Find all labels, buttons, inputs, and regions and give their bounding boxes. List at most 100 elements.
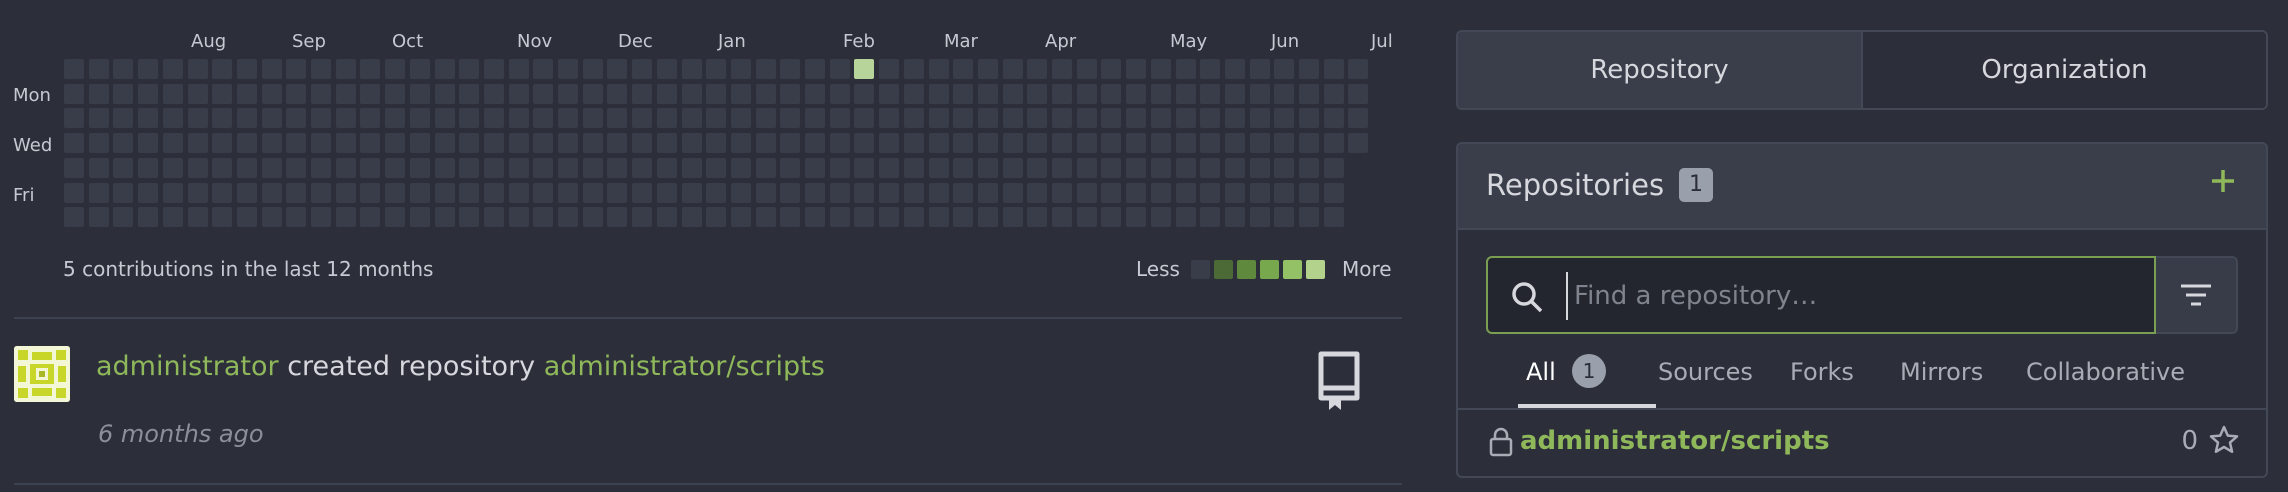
tab-sources[interactable]: Sources <box>1658 358 1753 386</box>
heatmap-cell[interactable] <box>360 183 380 203</box>
heatmap-cell[interactable] <box>435 133 455 153</box>
heatmap-cell[interactable] <box>459 158 479 178</box>
heatmap-cell[interactable] <box>64 183 84 203</box>
heatmap-cell[interactable] <box>756 59 776 79</box>
heatmap-cell[interactable] <box>410 108 430 128</box>
heatmap-cell[interactable] <box>509 108 529 128</box>
heatmap-cell[interactable] <box>435 84 455 104</box>
heatmap-cell[interactable] <box>1151 59 1171 79</box>
heatmap-cell[interactable] <box>1324 59 1344 79</box>
heatmap-cell[interactable] <box>1126 133 1146 153</box>
heatmap-cell[interactable] <box>435 183 455 203</box>
heatmap-cell[interactable] <box>1003 133 1023 153</box>
heatmap-cell[interactable] <box>583 158 603 178</box>
heatmap-cell[interactable] <box>1274 207 1294 227</box>
heatmap-cell[interactable] <box>854 207 874 227</box>
heatmap-cell[interactable] <box>533 84 553 104</box>
heatmap-cell[interactable] <box>163 84 183 104</box>
heatmap-cell[interactable] <box>188 183 208 203</box>
heatmap-cell[interactable] <box>311 183 331 203</box>
heatmap-cell[interactable] <box>904 207 924 227</box>
heatmap-cell[interactable] <box>1052 133 1072 153</box>
heatmap-cell[interactable] <box>237 59 257 79</box>
heatmap-cell[interactable] <box>1052 158 1072 178</box>
heatmap-cell[interactable] <box>904 133 924 153</box>
heatmap-cell[interactable] <box>1027 108 1047 128</box>
heatmap-cell[interactable] <box>435 59 455 79</box>
heatmap-cell[interactable] <box>64 133 84 153</box>
heatmap-cell[interactable] <box>360 59 380 79</box>
tab-forks[interactable]: Forks <box>1790 358 1854 386</box>
heatmap-cell[interactable] <box>1274 59 1294 79</box>
heatmap-cell[interactable] <box>558 207 578 227</box>
heatmap-cell[interactable] <box>1027 207 1047 227</box>
heatmap-cell[interactable] <box>64 84 84 104</box>
heatmap-cell[interactable] <box>1200 207 1220 227</box>
heatmap-cell[interactable] <box>1176 158 1196 178</box>
heatmap-cell[interactable] <box>262 207 282 227</box>
heatmap-cell[interactable] <box>583 133 603 153</box>
heatmap-cell[interactable] <box>311 84 331 104</box>
heatmap-cell[interactable] <box>360 158 380 178</box>
heatmap-cell[interactable] <box>879 59 899 79</box>
heatmap-cell[interactable] <box>1151 207 1171 227</box>
heatmap-cell[interactable] <box>830 158 850 178</box>
heatmap-cell[interactable] <box>360 108 380 128</box>
heatmap-cell[interactable] <box>1176 183 1196 203</box>
heatmap-cell[interactable] <box>1200 158 1220 178</box>
heatmap-cell[interactable] <box>113 183 133 203</box>
heatmap-cell[interactable] <box>286 59 306 79</box>
heatmap-cell[interactable] <box>607 207 627 227</box>
heatmap-cell[interactable] <box>484 108 504 128</box>
heatmap-cell[interactable] <box>262 84 282 104</box>
heatmap-cell[interactable] <box>509 158 529 178</box>
heatmap-cell[interactable] <box>113 207 133 227</box>
heatmap-cell[interactable] <box>1200 84 1220 104</box>
heatmap-cell[interactable] <box>978 158 998 178</box>
heatmap-cell[interactable] <box>805 183 825 203</box>
heatmap-cell[interactable] <box>706 158 726 178</box>
heatmap-cell[interactable] <box>879 207 899 227</box>
heatmap-cell[interactable] <box>706 59 726 79</box>
heatmap-cell[interactable] <box>879 84 899 104</box>
heatmap-cell[interactable] <box>682 84 702 104</box>
heatmap-cell[interactable] <box>1101 207 1121 227</box>
heatmap-cell[interactable] <box>435 108 455 128</box>
heatmap-cell[interactable] <box>1101 158 1121 178</box>
heatmap-cell[interactable] <box>929 59 949 79</box>
heatmap-cell[interactable] <box>607 84 627 104</box>
heatmap-cell[interactable] <box>1324 158 1344 178</box>
tab-repository[interactable]: Repository <box>1458 32 1863 108</box>
heatmap-cell[interactable] <box>336 108 356 128</box>
heatmap-cell[interactable] <box>756 158 776 178</box>
heatmap-cell[interactable] <box>854 133 874 153</box>
heatmap-cell[interactable] <box>188 207 208 227</box>
heatmap-cell[interactable] <box>731 59 751 79</box>
heatmap-cell[interactable] <box>509 183 529 203</box>
heatmap-cell[interactable] <box>435 158 455 178</box>
heatmap-cell[interactable] <box>1003 108 1023 128</box>
heatmap-cell[interactable] <box>286 183 306 203</box>
heatmap-cell[interactable] <box>558 108 578 128</box>
heatmap-cell[interactable] <box>756 207 776 227</box>
heatmap-cell[interactable] <box>459 59 479 79</box>
heatmap-cell[interactable] <box>953 59 973 79</box>
heatmap-cell[interactable] <box>780 108 800 128</box>
heatmap-cell[interactable] <box>1052 84 1072 104</box>
heatmap-cell[interactable] <box>1003 183 1023 203</box>
heatmap-cell[interactable] <box>1126 207 1146 227</box>
heatmap-cell[interactable] <box>1101 133 1121 153</box>
heatmap-cell[interactable] <box>1324 183 1344 203</box>
heatmap-cell[interactable] <box>459 84 479 104</box>
heatmap-cell[interactable] <box>1077 158 1097 178</box>
heatmap-cell[interactable] <box>336 133 356 153</box>
heatmap-cell[interactable] <box>533 158 553 178</box>
heatmap-cell[interactable] <box>830 108 850 128</box>
heatmap-cell[interactable] <box>583 183 603 203</box>
list-item[interactable]: administrator/scripts 0 <box>1458 410 2266 476</box>
heatmap-cell[interactable] <box>188 84 208 104</box>
heatmap-cell[interactable] <box>583 207 603 227</box>
heatmap-cell[interactable] <box>731 158 751 178</box>
heatmap-cell[interactable] <box>138 207 158 227</box>
heatmap-cell[interactable] <box>706 183 726 203</box>
